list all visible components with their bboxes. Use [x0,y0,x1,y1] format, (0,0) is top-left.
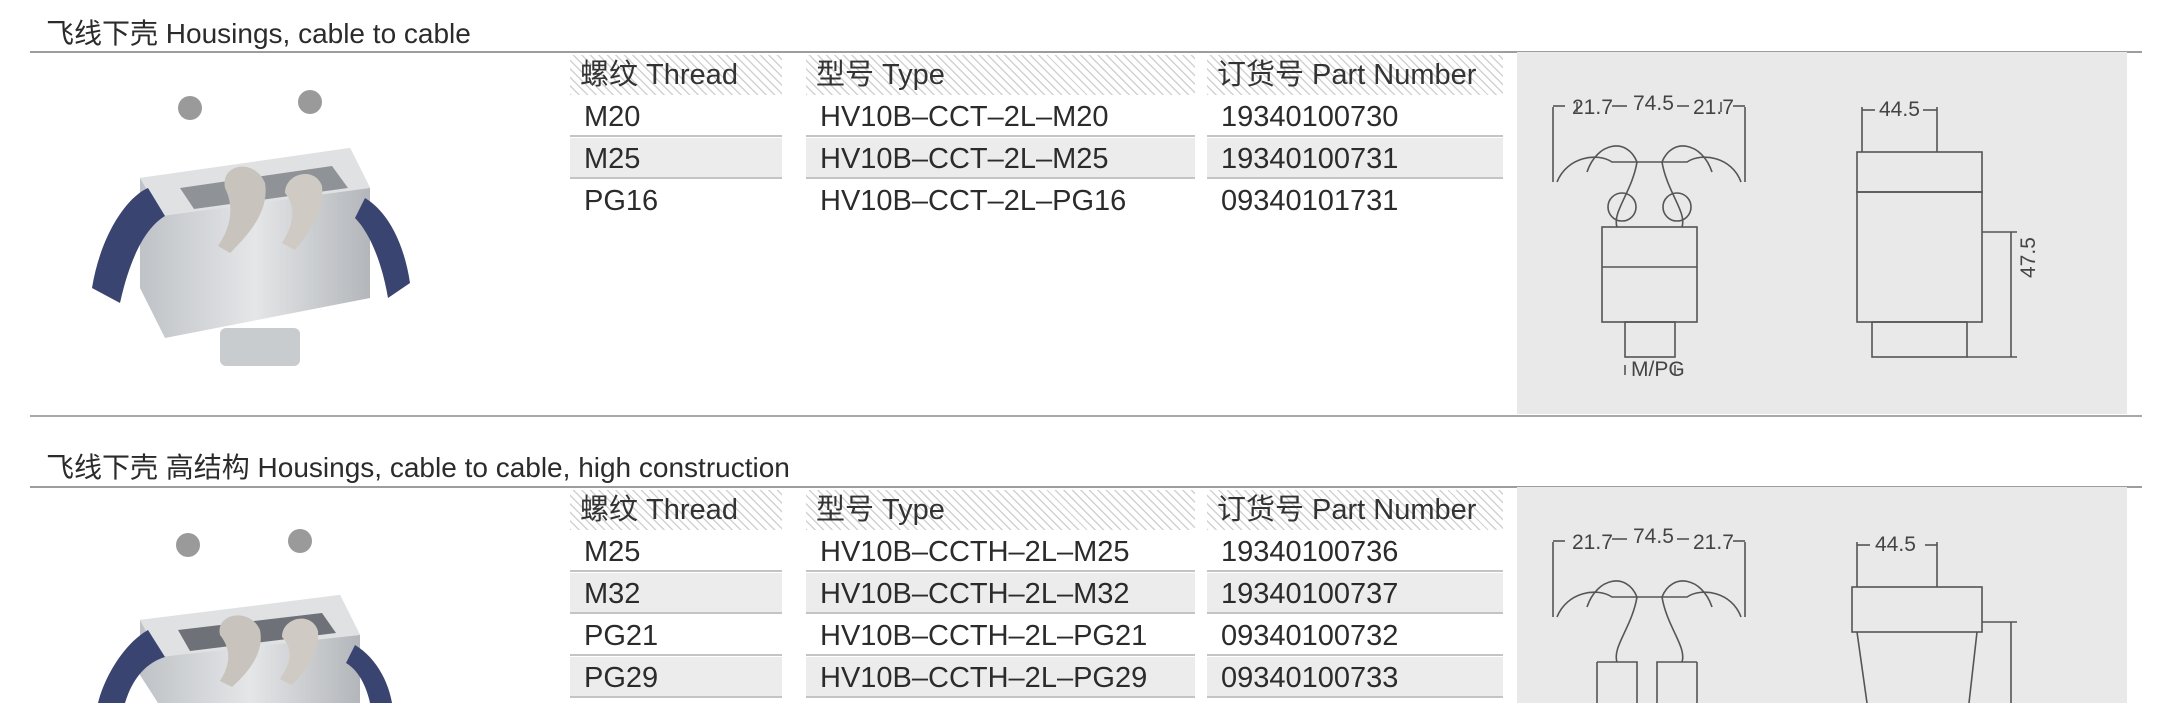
col-header-thread: 螺纹 Thread [570,490,782,530]
dim-depth: 44.5 [1879,98,1920,121]
table-row-part-number: 09340100733 [1207,657,1503,698]
dimension-drawing: 21.7 74.5 21.7 44.5 [1517,487,2127,704]
col-header-part-number: 订货号 Part Number [1207,55,1503,95]
table-row-thread: M25 [570,531,782,572]
table-row-type: HV10B–CCTH–2L–M25 [806,531,1195,572]
table-row-type: HV10B–CCT–2L–M25 [806,138,1195,179]
col-header-type: 型号 Type [806,55,1195,95]
table-row-type: HV10B–CCT–2L–PG16 [820,185,1127,217]
dim-depth: 44.5 [1875,533,1916,556]
section-title: 飞线下壳 Housings, cable to cable [46,18,471,49]
table-row-part-number: 19340100737 [1207,573,1503,614]
table-row-part-number: 09340100732 [1207,615,1503,656]
table-row-type: HV10B–CCTH–2L–PG21 [806,615,1195,656]
col-header-type: 型号 Type [806,490,1195,530]
section-cable-to-cable: 飞线下壳 Housings, cable to cable 螺纹 Thread … [0,0,2183,430]
table-row-thread: M25 [570,138,782,179]
section-high-construction: 飞线下壳 高结构 Housings, cable to cable, high … [0,430,2183,704]
table-row-thread: M20 [570,96,782,137]
dim-height: 47.5 [2017,237,2040,278]
dim-left: 21.7 [1572,96,1613,119]
col-header-thread: 螺纹 Thread [570,55,782,95]
dim-left: 21.7 [1572,531,1613,554]
table-row-type: HV10B–CCT–2L–M20 [806,96,1195,137]
product-photo-housing [92,90,410,366]
table-row-thread: PG21 [570,615,782,656]
section-bottom-rule [30,415,2142,417]
dim-right: 21.7 [1693,531,1734,554]
dimension-drawing: 21.7 74.5 21.7 44.5 47.5 M/PG [1517,52,2127,414]
product-photo-housing-high [98,529,392,703]
table-row-part-number: 19340100730 [1207,96,1503,137]
dim-thread: M/PG [1631,358,1685,381]
table-row-part-number: 09340101731 [1221,185,1399,217]
dim-right: 21.7 [1693,96,1734,119]
table-row-type: HV10B–CCTH–2L–M32 [806,573,1195,614]
table-row-thread: PG29 [570,657,782,698]
table-row-part-number: 19340100736 [1207,531,1503,572]
col-header-part-number: 订货号 Part Number [1207,490,1503,530]
table-row-part-number: 19340100731 [1207,138,1503,179]
table-row-thread: PG16 [584,185,659,217]
dim-width: 74.5 [1633,525,1674,548]
dim-width: 74.5 [1633,92,1674,115]
section-title: 飞线下壳 高结构 Housings, cable to cable, high … [46,452,790,483]
table-row-thread: M32 [570,573,782,614]
table-row-type: HV10B–CCTH–2L–PG29 [806,657,1195,698]
